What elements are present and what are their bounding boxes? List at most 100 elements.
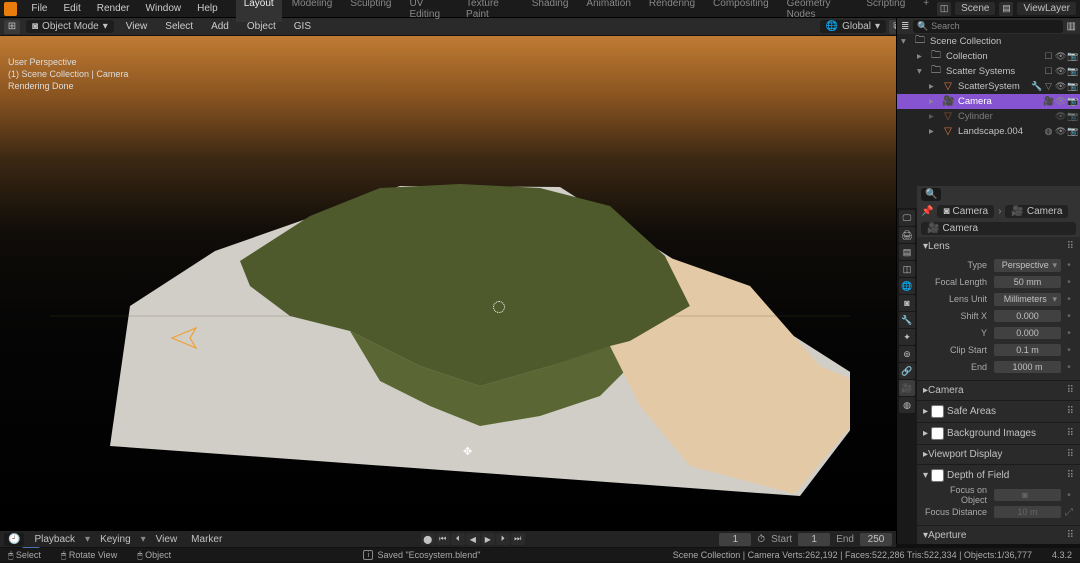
- outliner-search-input[interactable]: 🔍 Search: [913, 20, 1062, 33]
- disclosure-icon[interactable]: ▸: [929, 126, 938, 137]
- outliner-tree[interactable]: ▾ 🗀 Scene Collection ▸ 🗀 Collection ☐👁📷 …: [897, 34, 1080, 184]
- shift-y-field[interactable]: 0.000: [994, 327, 1061, 339]
- start-frame-field[interactable]: 1: [798, 533, 830, 546]
- clip-start-field[interactable]: 0.1 m: [994, 344, 1061, 356]
- scene-selector[interactable]: Scene: [955, 2, 995, 15]
- restrict-select-icon[interactable]: ☐: [1043, 51, 1054, 62]
- tab-compositing[interactable]: Compositing: [705, 0, 777, 22]
- panel-menu-icon[interactable]: ⠿: [1067, 449, 1074, 460]
- panel-safe-areas[interactable]: ▸ Safe Areas⠿: [917, 401, 1080, 423]
- menu-window[interactable]: Window: [138, 3, 190, 14]
- disclosure-icon[interactable]: ▸: [917, 51, 926, 62]
- pin-icon[interactable]: 📌: [921, 206, 933, 217]
- outliner-item-scatter-systems[interactable]: ▾ 🗀 Scatter Systems ☐👁📷: [897, 64, 1080, 79]
- 3d-viewport[interactable]: ✥ User Perspective (1) Scene Collection …: [0, 36, 896, 530]
- render-icon[interactable]: 📷: [1067, 66, 1078, 77]
- disclosure-icon[interactable]: ▾: [917, 66, 926, 77]
- outliner-item-scattersystem[interactable]: ▸ ▽ ScatterSystem 🔧▽👁📷: [897, 79, 1080, 94]
- menu-render[interactable]: Render: [89, 3, 138, 14]
- outliner-editor-icon[interactable]: ≣: [901, 21, 909, 32]
- tab-geometry-nodes[interactable]: Geometry Nodes: [779, 0, 857, 22]
- filter-icon[interactable]: ▥: [1067, 21, 1076, 32]
- ptab-modifier-icon[interactable]: 🔧: [899, 312, 915, 328]
- tab-layout[interactable]: Layout: [236, 0, 282, 22]
- tab-texture-paint[interactable]: Texture Paint: [458, 0, 522, 22]
- tab-rendering[interactable]: Rendering: [641, 0, 703, 22]
- prev-key-icon[interactable]: ⏴: [451, 533, 465, 545]
- timeline-menu-playback[interactable]: Playback: [30, 534, 79, 545]
- datablock-selector[interactable]: 🎥Camera: [921, 222, 1076, 235]
- panel-aperture-header[interactable]: ▾ Aperture⠿: [917, 528, 1080, 543]
- end-frame-field[interactable]: 250: [860, 533, 892, 546]
- tab-uv-editing[interactable]: UV Editing: [401, 0, 456, 22]
- timeline-menu-marker[interactable]: Marker: [187, 534, 226, 545]
- ptab-render-icon[interactable]: 🖵: [899, 210, 915, 226]
- lens-unit-dropdown[interactable]: Millimeters: [994, 293, 1061, 306]
- disclosure-icon[interactable]: ▸: [929, 96, 938, 107]
- ptab-material-icon[interactable]: ◍: [899, 397, 915, 413]
- panel-dof-header[interactable]: ▾ Depth of Field⠿: [917, 467, 1080, 484]
- restrict-select-icon[interactable]: ☐: [1043, 66, 1054, 77]
- shift-x-field[interactable]: 0.000: [994, 310, 1061, 322]
- dof-checkbox[interactable]: [931, 469, 944, 482]
- header-menu-add[interactable]: Add: [205, 21, 235, 32]
- ptab-scene-icon[interactable]: ◫: [899, 261, 915, 277]
- ptab-data-camera-icon[interactable]: 🎥: [899, 380, 915, 396]
- keyframe-dot-icon[interactable]: •: [1064, 260, 1074, 271]
- timeline-menu-view[interactable]: View: [152, 534, 182, 545]
- disclosure-icon[interactable]: ▸: [929, 111, 938, 122]
- ptab-constraints-icon[interactable]: 🔗: [899, 363, 915, 379]
- panel-lens-header[interactable]: ▾ Lens⠿: [917, 239, 1080, 254]
- eyedropper-icon[interactable]: ⤢: [1064, 507, 1074, 518]
- disclosure-icon[interactable]: ▾: [901, 36, 910, 47]
- ptab-physics-icon[interactable]: ⊚: [899, 346, 915, 362]
- header-menu-select[interactable]: Select: [159, 21, 199, 32]
- panel-menu-icon[interactable]: ⠿: [1067, 470, 1074, 481]
- ptab-object-icon[interactable]: ◙: [899, 295, 915, 311]
- focus-object-field[interactable]: ◙: [994, 489, 1061, 501]
- tab-modeling[interactable]: Modeling: [284, 0, 341, 22]
- tab-animation[interactable]: Animation: [578, 0, 638, 22]
- mesh-data-icon[interactable]: ▽: [1043, 81, 1054, 92]
- menu-file[interactable]: File: [23, 3, 55, 14]
- breadcrumb-object[interactable]: ◙Camera: [937, 205, 994, 218]
- header-menu-gis[interactable]: GIS: [288, 21, 317, 32]
- panel-menu-icon[interactable]: ⠿: [1067, 241, 1074, 252]
- render-icon[interactable]: 📷: [1067, 96, 1078, 107]
- outliner-item-cylinder[interactable]: ▸ ▽ Cylinder 👁📷: [897, 109, 1080, 124]
- play-icon[interactable]: ▶: [481, 533, 495, 545]
- orientation-dropdown[interactable]: 🌐 Global ▾: [820, 20, 886, 33]
- modifier-icon[interactable]: 🔧: [1031, 81, 1042, 92]
- ptab-output-icon[interactable]: 🖨: [899, 227, 915, 243]
- camera-data-icon[interactable]: 🎥: [1043, 96, 1054, 107]
- panel-camera[interactable]: ▸ Camera⠿: [917, 381, 1080, 401]
- disclosure-icon[interactable]: ▸: [929, 81, 938, 92]
- next-key-icon[interactable]: ⏵: [496, 533, 510, 545]
- outliner-item-landscape[interactable]: ▸ ▽ Landscape.004 ◍👁📷: [897, 124, 1080, 139]
- clip-end-field[interactable]: 1000 m: [994, 361, 1061, 373]
- eye-icon[interactable]: 👁: [1055, 66, 1066, 77]
- current-frame-field[interactable]: 1: [719, 533, 751, 546]
- ptab-viewlayer-icon[interactable]: ▤: [899, 244, 915, 260]
- outliner-root[interactable]: ▾ 🗀 Scene Collection: [897, 34, 1080, 49]
- menu-edit[interactable]: Edit: [55, 3, 88, 14]
- keyframe-dot-icon[interactable]: •: [1064, 362, 1074, 373]
- focal-length-field[interactable]: 50 mm: [994, 276, 1061, 288]
- editor-type-icon[interactable]: ⊞: [4, 20, 20, 34]
- render-icon[interactable]: 📷: [1067, 126, 1078, 137]
- jump-start-icon[interactable]: ⏮: [436, 533, 450, 545]
- properties-search-input[interactable]: 🔍: [921, 188, 941, 201]
- focus-distance-field[interactable]: 10 m: [994, 506, 1061, 518]
- material-icon[interactable]: ◍: [1043, 126, 1054, 137]
- timeline-editor-type-icon[interactable]: 🕘: [4, 533, 24, 546]
- preview-range-icon[interactable]: ⏱: [757, 534, 765, 545]
- jump-end-icon[interactable]: ⏭: [511, 533, 525, 545]
- ptab-world-icon[interactable]: 🌐: [899, 278, 915, 294]
- eye-icon[interactable]: 👁: [1055, 51, 1066, 62]
- eye-icon[interactable]: 👁: [1055, 126, 1066, 137]
- panel-background-images[interactable]: ▸ Background Images⠿: [917, 423, 1080, 445]
- menu-help[interactable]: Help: [189, 3, 226, 14]
- render-icon[interactable]: 📷: [1067, 81, 1078, 92]
- keyframe-dot-icon[interactable]: •: [1064, 277, 1074, 288]
- keyframe-dot-icon[interactable]: •: [1064, 328, 1074, 339]
